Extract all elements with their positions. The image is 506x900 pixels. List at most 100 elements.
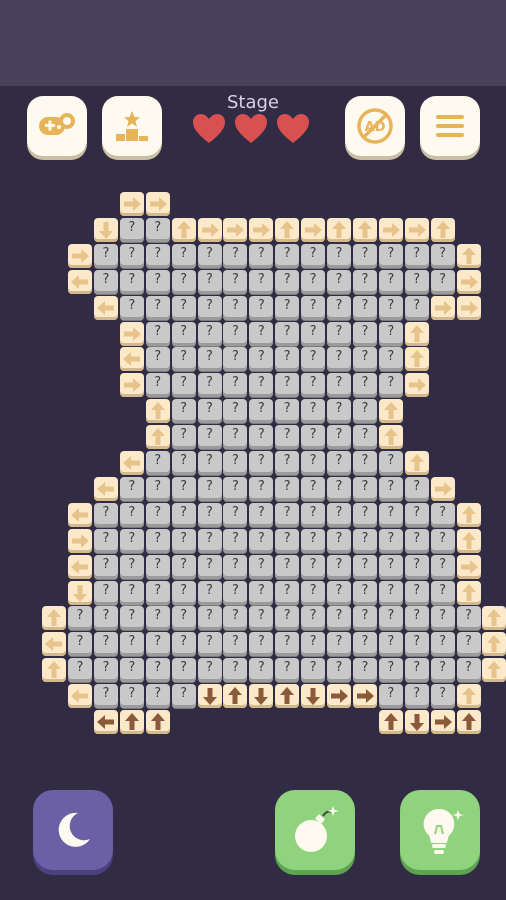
hidden-cell[interactable]: ? <box>171 528 196 553</box>
arrow-tile[interactable] <box>404 710 429 734</box>
hidden-cell[interactable]: ? <box>275 243 300 268</box>
arrow-tile[interactable] <box>456 684 481 709</box>
hidden-cell[interactable]: ? <box>378 476 403 501</box>
hidden-cell[interactable]: ? <box>249 502 274 527</box>
hidden-cell[interactable]: ? <box>275 658 300 683</box>
arrow-tile[interactable] <box>119 192 144 216</box>
hidden-cell[interactable]: ? <box>223 580 248 605</box>
hidden-cell[interactable]: ? <box>327 476 351 501</box>
arrow-tile[interactable] <box>456 554 481 579</box>
hidden-cell[interactable]: ? <box>119 528 144 553</box>
hidden-cell[interactable]: ? <box>197 554 222 579</box>
hidden-cell[interactable]: ? <box>145 451 170 475</box>
hidden-cell[interactable]: ? <box>197 399 222 424</box>
arrow-tile[interactable] <box>119 373 144 398</box>
hidden-cell[interactable]: ? <box>327 295 351 320</box>
arrow-tile[interactable] <box>68 269 92 294</box>
hidden-cell[interactable]: ? <box>145 554 170 579</box>
hidden-cell[interactable]: ? <box>171 295 196 320</box>
hidden-cell[interactable]: ? <box>223 347 248 372</box>
arrow-tile[interactable] <box>119 347 144 372</box>
hidden-cell[interactable]: ? <box>249 399 274 424</box>
hidden-cell[interactable]: ? <box>223 606 248 631</box>
hidden-cell[interactable]: ? <box>171 476 196 501</box>
hidden-cell[interactable]: ? <box>352 451 377 475</box>
hidden-cell[interactable]: ? <box>93 632 118 657</box>
hidden-cell[interactable]: ? <box>197 502 222 527</box>
hidden-cell[interactable]: ? <box>378 269 403 294</box>
hidden-cell[interactable]: ? <box>171 321 196 346</box>
hidden-cell[interactable]: ? <box>171 399 196 424</box>
arrow-tile[interactable] <box>352 217 377 242</box>
hidden-cell[interactable]: ? <box>378 373 403 398</box>
arrow-tile[interactable] <box>68 554 92 579</box>
hidden-cell[interactable]: ? <box>68 632 92 657</box>
hidden-cell[interactable]: ? <box>378 684 403 709</box>
hidden-cell[interactable]: ? <box>223 502 248 527</box>
hidden-cell[interactable]: ? <box>145 295 170 320</box>
hidden-cell[interactable]: ? <box>249 554 274 579</box>
hidden-cell[interactable]: ? <box>352 476 377 501</box>
hidden-cell[interactable]: ? <box>171 425 196 450</box>
arrow-tile[interactable] <box>93 710 118 734</box>
arrow-tile[interactable] <box>430 710 455 734</box>
arrow-tile[interactable] <box>275 217 300 242</box>
hidden-cell[interactable]: ? <box>119 269 144 294</box>
hidden-cell[interactable]: ? <box>197 373 222 398</box>
hidden-cell[interactable]: ? <box>275 580 300 605</box>
hidden-cell[interactable]: ? <box>378 321 403 346</box>
hidden-cell[interactable]: ? <box>404 606 429 631</box>
arrow-tile[interactable] <box>456 502 481 527</box>
hidden-cell[interactable]: ? <box>249 451 274 475</box>
hidden-cell[interactable]: ? <box>171 606 196 631</box>
hidden-cell[interactable]: ? <box>378 502 403 527</box>
hidden-cell[interactable]: ? <box>145 373 170 398</box>
hidden-cell[interactable]: ? <box>275 399 300 424</box>
hidden-cell[interactable]: ? <box>352 243 377 268</box>
hidden-cell[interactable]: ? <box>223 425 248 450</box>
hidden-cell[interactable]: ? <box>171 632 196 657</box>
hidden-cell[interactable]: ? <box>430 502 455 527</box>
hidden-cell[interactable]: ? <box>93 269 118 294</box>
arrow-tile[interactable] <box>378 217 403 242</box>
hidden-cell[interactable]: ? <box>378 606 403 631</box>
hidden-cell[interactable]: ? <box>93 658 118 683</box>
hidden-cell[interactable]: ? <box>430 528 455 553</box>
hidden-cell[interactable]: ? <box>327 321 351 346</box>
hidden-cell[interactable]: ? <box>275 554 300 579</box>
hidden-cell[interactable]: ? <box>301 658 326 683</box>
hidden-cell[interactable]: ? <box>223 451 248 475</box>
hidden-cell[interactable]: ? <box>93 528 118 553</box>
hidden-cell[interactable]: ? <box>145 528 170 553</box>
hidden-cell[interactable]: ? <box>145 658 170 683</box>
hidden-cell[interactable]: ? <box>352 580 377 605</box>
hidden-cell[interactable]: ? <box>430 684 455 709</box>
hidden-cell[interactable]: ? <box>327 451 351 475</box>
hidden-cell[interactable]: ? <box>301 425 326 450</box>
hidden-cell[interactable]: ? <box>249 373 274 398</box>
hidden-cell[interactable]: ? <box>197 425 222 450</box>
hidden-cell[interactable]: ? <box>404 243 429 268</box>
hidden-cell[interactable]: ? <box>119 217 144 242</box>
arrow-tile[interactable] <box>171 217 196 242</box>
arrow-tile[interactable] <box>145 425 170 450</box>
hidden-cell[interactable]: ? <box>275 269 300 294</box>
hidden-cell[interactable]: ? <box>378 580 403 605</box>
hidden-cell[interactable]: ? <box>378 295 403 320</box>
hidden-cell[interactable]: ? <box>249 269 274 294</box>
hidden-cell[interactable]: ? <box>404 580 429 605</box>
hidden-cell[interactable]: ? <box>430 243 455 268</box>
hidden-cell[interactable]: ? <box>327 580 351 605</box>
hidden-cell[interactable]: ? <box>197 632 222 657</box>
arrow-tile[interactable] <box>68 528 92 553</box>
hidden-cell[interactable]: ? <box>197 269 222 294</box>
hidden-cell[interactable]: ? <box>145 632 170 657</box>
arrow-tile[interactable] <box>404 451 429 475</box>
hidden-cell[interactable]: ? <box>378 528 403 553</box>
hidden-cell[interactable]: ? <box>301 476 326 501</box>
hidden-cell[interactable]: ? <box>171 373 196 398</box>
hidden-cell[interactable]: ? <box>223 528 248 553</box>
hidden-cell[interactable]: ? <box>145 502 170 527</box>
hidden-cell[interactable]: ? <box>275 347 300 372</box>
hidden-cell[interactable]: ? <box>301 373 326 398</box>
